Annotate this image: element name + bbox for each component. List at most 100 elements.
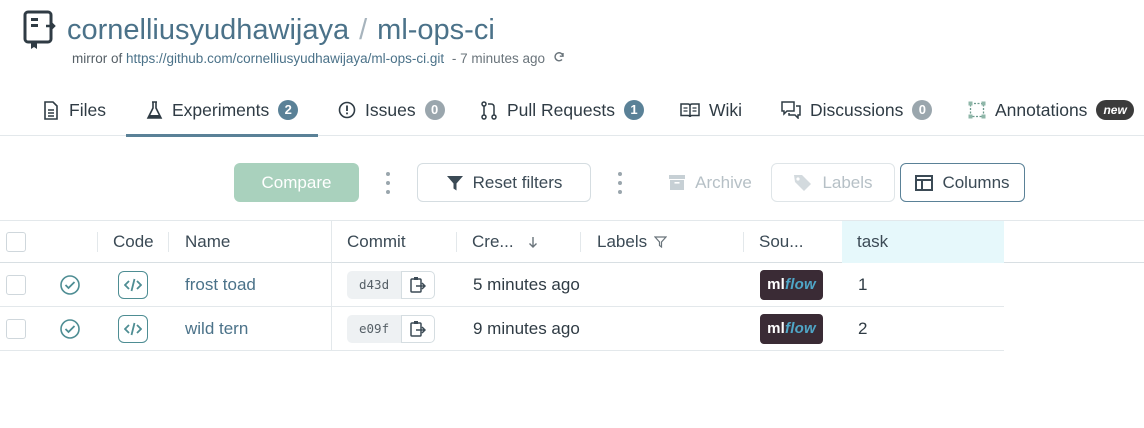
row-select-cell (6, 307, 26, 350)
row-checkbox[interactable] (6, 318, 26, 339)
annotation-icon (968, 101, 986, 119)
experiment-name-link[interactable]: wild tern (185, 307, 248, 350)
tab-label: Files (69, 99, 106, 120)
column-divider (331, 307, 332, 350)
tab-discussions[interactable]: Discussions 0 (781, 84, 933, 136)
column-divider (456, 232, 457, 252)
reset-filters-button[interactable]: Reset filters (417, 163, 591, 202)
columns-label: Columns (942, 172, 1010, 192)
chat-icon (781, 101, 801, 119)
filter-icon[interactable] (654, 236, 668, 248)
mirror-sync-time: - 7 minutes ago (451, 51, 545, 66)
status-success-icon (59, 263, 81, 306)
header-created[interactable]: Cre... (472, 221, 538, 263)
sort-descending-icon[interactable] (528, 236, 538, 249)
tab-label: Experiments (172, 99, 270, 120)
tab-label: Pull Requests (507, 99, 615, 120)
tab-issues[interactable]: Issues 0 (338, 84, 445, 136)
sync-icon[interactable] (553, 50, 565, 68)
mirror-url-link[interactable]: https://github.com/cornelliusyudhawijaya… (126, 51, 444, 66)
header-name[interactable]: Name (185, 221, 230, 263)
header-created-label: Cre... (472, 232, 514, 251)
header-labels[interactable]: Labels (597, 221, 668, 263)
repo-name-link[interactable]: ml-ops-ci (377, 14, 495, 46)
tab-wiki[interactable]: Wiki (680, 84, 742, 136)
column-divider (331, 221, 332, 263)
source-cell: ml flow (760, 263, 823, 306)
issues-count-badge: 0 (424, 100, 445, 120)
mlflow-logo: ml flow (760, 313, 823, 344)
flask-icon (146, 100, 163, 120)
task-value: 1 (858, 274, 868, 294)
repo-separator: / (359, 14, 368, 46)
commit-cell: d43d (347, 263, 436, 306)
tab-annotations[interactable]: Annotations new (968, 84, 1134, 136)
task-value: 2 (858, 318, 868, 338)
issue-icon (338, 101, 356, 119)
header-select-all (6, 221, 46, 263)
column-divider (97, 232, 98, 252)
commit-hash[interactable]: e09f (347, 314, 402, 343)
code-cell (118, 307, 148, 350)
experiment-name-link[interactable]: frost toad (185, 263, 256, 306)
tag-icon (793, 174, 813, 192)
repo-mirror-icon (22, 10, 62, 50)
copy-icon[interactable] (401, 314, 436, 343)
created-time: 5 minutes ago (473, 274, 580, 294)
compare-label: Compare (261, 172, 332, 192)
repo-tabs: Files Experiments 2 Issues 0 Pull Reques… (0, 84, 1144, 137)
discussions-count-badge: 0 (912, 100, 933, 120)
repo-owner-link[interactable]: cornelliusyudhawijaya (67, 14, 349, 46)
mlflow-logo: ml flow (760, 269, 823, 300)
column-divider (331, 263, 332, 306)
reset-filters-label: Reset filters (472, 172, 563, 192)
mirror-prefix: mirror of (72, 51, 123, 66)
code-cell (118, 263, 148, 306)
header-source[interactable]: Sou... (759, 221, 803, 263)
copy-icon[interactable] (401, 270, 436, 299)
tab-pull-requests[interactable]: Pull Requests 1 (480, 84, 644, 136)
tab-files[interactable]: Files (42, 84, 106, 136)
status-success-icon (59, 307, 81, 350)
columns-button[interactable]: Columns (900, 163, 1025, 202)
more-options-icon[interactable] (617, 172, 623, 194)
archive-label: Archive (695, 172, 752, 192)
commit-cell: e09f (347, 307, 436, 350)
more-options-icon[interactable] (385, 172, 391, 194)
header-code[interactable]: Code (113, 221, 154, 263)
tab-label: Wiki (709, 99, 743, 120)
compare-button[interactable]: Compare (234, 163, 359, 202)
header-labels-label: Labels (597, 232, 648, 251)
pull-requests-count-badge: 1 (623, 100, 644, 120)
table-row[interactable]: frost toad d43d 5 minutes ago ml flow 1 (0, 263, 1004, 307)
row-select-cell (6, 263, 26, 306)
archive-button[interactable]: Archive (660, 163, 760, 202)
tab-label: Issues (365, 99, 416, 120)
header-commit[interactable]: Commit (347, 221, 406, 263)
tab-experiments[interactable]: Experiments 2 (126, 84, 319, 137)
code-icon[interactable] (118, 270, 148, 299)
code-icon[interactable] (118, 314, 148, 343)
pull-request-icon (480, 100, 498, 120)
experiments-count-badge: 2 (278, 100, 299, 120)
row-checkbox[interactable] (6, 274, 26, 295)
columns-icon (915, 174, 934, 191)
column-divider (580, 232, 581, 252)
select-all-checkbox[interactable] (6, 232, 26, 252)
table-header: Code Name Commit Cre... Labels Sou... ta… (0, 220, 1144, 263)
header-task[interactable]: task (842, 221, 1004, 263)
column-divider (168, 232, 169, 252)
archive-icon (668, 174, 686, 191)
mirror-info: mirror of https://github.com/cornelliusy… (72, 50, 565, 68)
repo-title: cornelliusyudhawijaya / ml-ops-ci (67, 12, 495, 48)
commit-hash[interactable]: d43d (347, 270, 402, 299)
new-badge: new (1096, 100, 1134, 120)
table-row[interactable]: wild tern e09f 9 minutes ago ml flow 2 (0, 307, 1004, 351)
labels-label: Labels (822, 172, 873, 192)
column-divider (743, 232, 744, 252)
filter-icon (446, 174, 464, 192)
labels-button[interactable]: Labels (771, 163, 895, 202)
tab-label: Annotations (995, 99, 1088, 120)
book-icon (680, 102, 700, 119)
source-cell: ml flow (760, 307, 823, 350)
